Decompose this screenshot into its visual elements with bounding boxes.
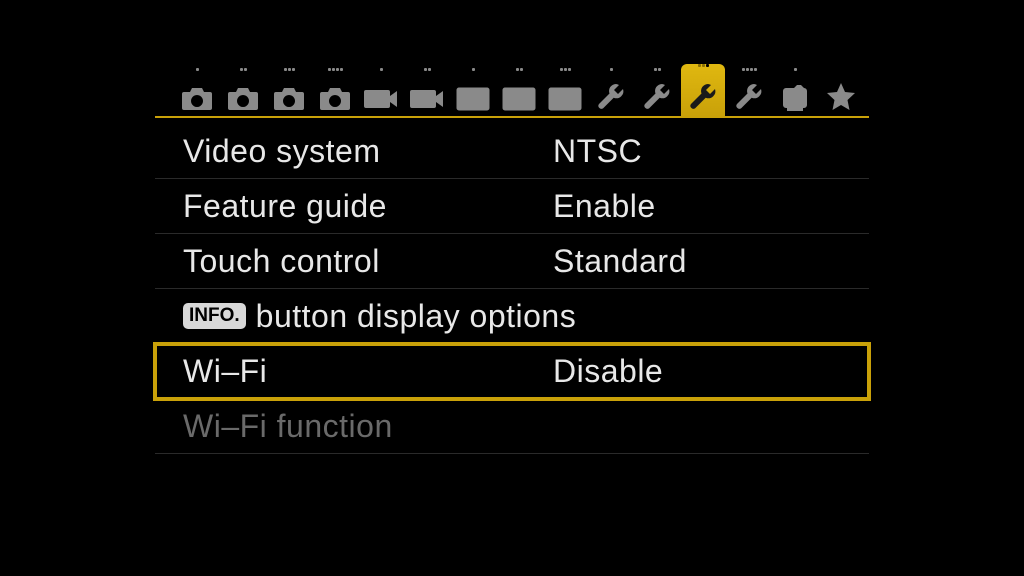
menu-item-label: Wi–Fi function — [183, 408, 553, 445]
menu-item-label-text: Video system — [183, 133, 381, 170]
play-icon — [548, 86, 582, 112]
menu-item-video-system[interactable]: Video system NTSC — [155, 124, 869, 179]
menu-item-value: Disable — [553, 353, 869, 390]
movie-icon — [409, 86, 445, 112]
menu-item-label-text: Wi–Fi — [183, 353, 267, 390]
camera-menu-screen: Video system NTSC Feature guide Enable Touch… — [155, 62, 869, 454]
tab-camera-3[interactable] — [267, 68, 311, 116]
movie-icon — [363, 86, 399, 112]
tab-divider — [155, 116, 869, 118]
menu-item-label: Feature guide — [183, 188, 553, 225]
tab-play-2[interactable] — [497, 68, 541, 116]
tab-camera-4[interactable] — [313, 68, 357, 116]
tab-wrench-4[interactable] — [727, 68, 771, 116]
menu-item-label: Wi–Fi — [183, 353, 553, 390]
menu-item-label: Video system — [183, 133, 553, 170]
wrench-icon — [596, 82, 626, 112]
menu-item-wi-fi-function: Wi–Fi function — [155, 399, 869, 454]
wrench-icon — [734, 82, 764, 112]
tab-camera-2[interactable] — [221, 68, 265, 116]
wrench-icon — [688, 82, 718, 112]
tab-star-[interactable] — [819, 68, 863, 116]
wrench-icon — [642, 82, 672, 112]
tab-movie-1[interactable] — [359, 68, 403, 116]
menu-item-label-text: button display options — [256, 298, 577, 335]
menu-item-button-display-options[interactable]: INFO. button display options — [155, 289, 869, 344]
menu-item-value: NTSC — [553, 133, 869, 170]
play-icon — [502, 86, 536, 112]
menu-item-label-text: Feature guide — [183, 188, 387, 225]
star-icon — [825, 82, 857, 112]
menu-list: Video system NTSC Feature guide Enable Touch… — [155, 124, 869, 454]
tab-play-3[interactable] — [543, 68, 587, 116]
menu-item-value: Standard — [553, 243, 869, 280]
camera-icon — [180, 86, 214, 112]
menu-item-label-text: Wi–Fi function — [183, 408, 393, 445]
tab-wrench-1[interactable] — [589, 68, 633, 116]
menu-tabs — [155, 62, 869, 116]
camera-icon — [226, 86, 260, 112]
tab-play-1[interactable] — [451, 68, 495, 116]
tab-wrench-2[interactable] — [635, 68, 679, 116]
custom-icon — [780, 84, 810, 112]
tab-custom-1[interactable] — [773, 68, 817, 116]
menu-item-label-text: Touch control — [183, 243, 380, 280]
tab-camera-1[interactable] — [175, 68, 219, 116]
menu-item-value: Enable — [553, 188, 869, 225]
play-icon — [456, 86, 490, 112]
camera-icon — [272, 86, 306, 112]
tab-movie-2[interactable] — [405, 68, 449, 116]
menu-item-label: Touch control — [183, 243, 553, 280]
info-badge: INFO. — [183, 303, 246, 329]
tab-wrench-3[interactable] — [681, 64, 725, 116]
menu-item-wi-fi[interactable]: Wi–Fi Disable — [155, 344, 869, 399]
menu-item-touch-control[interactable]: Touch control Standard — [155, 234, 869, 289]
menu-item-label: INFO. button display options — [183, 298, 576, 335]
menu-item-feature-guide[interactable]: Feature guide Enable — [155, 179, 869, 234]
camera-icon — [318, 86, 352, 112]
